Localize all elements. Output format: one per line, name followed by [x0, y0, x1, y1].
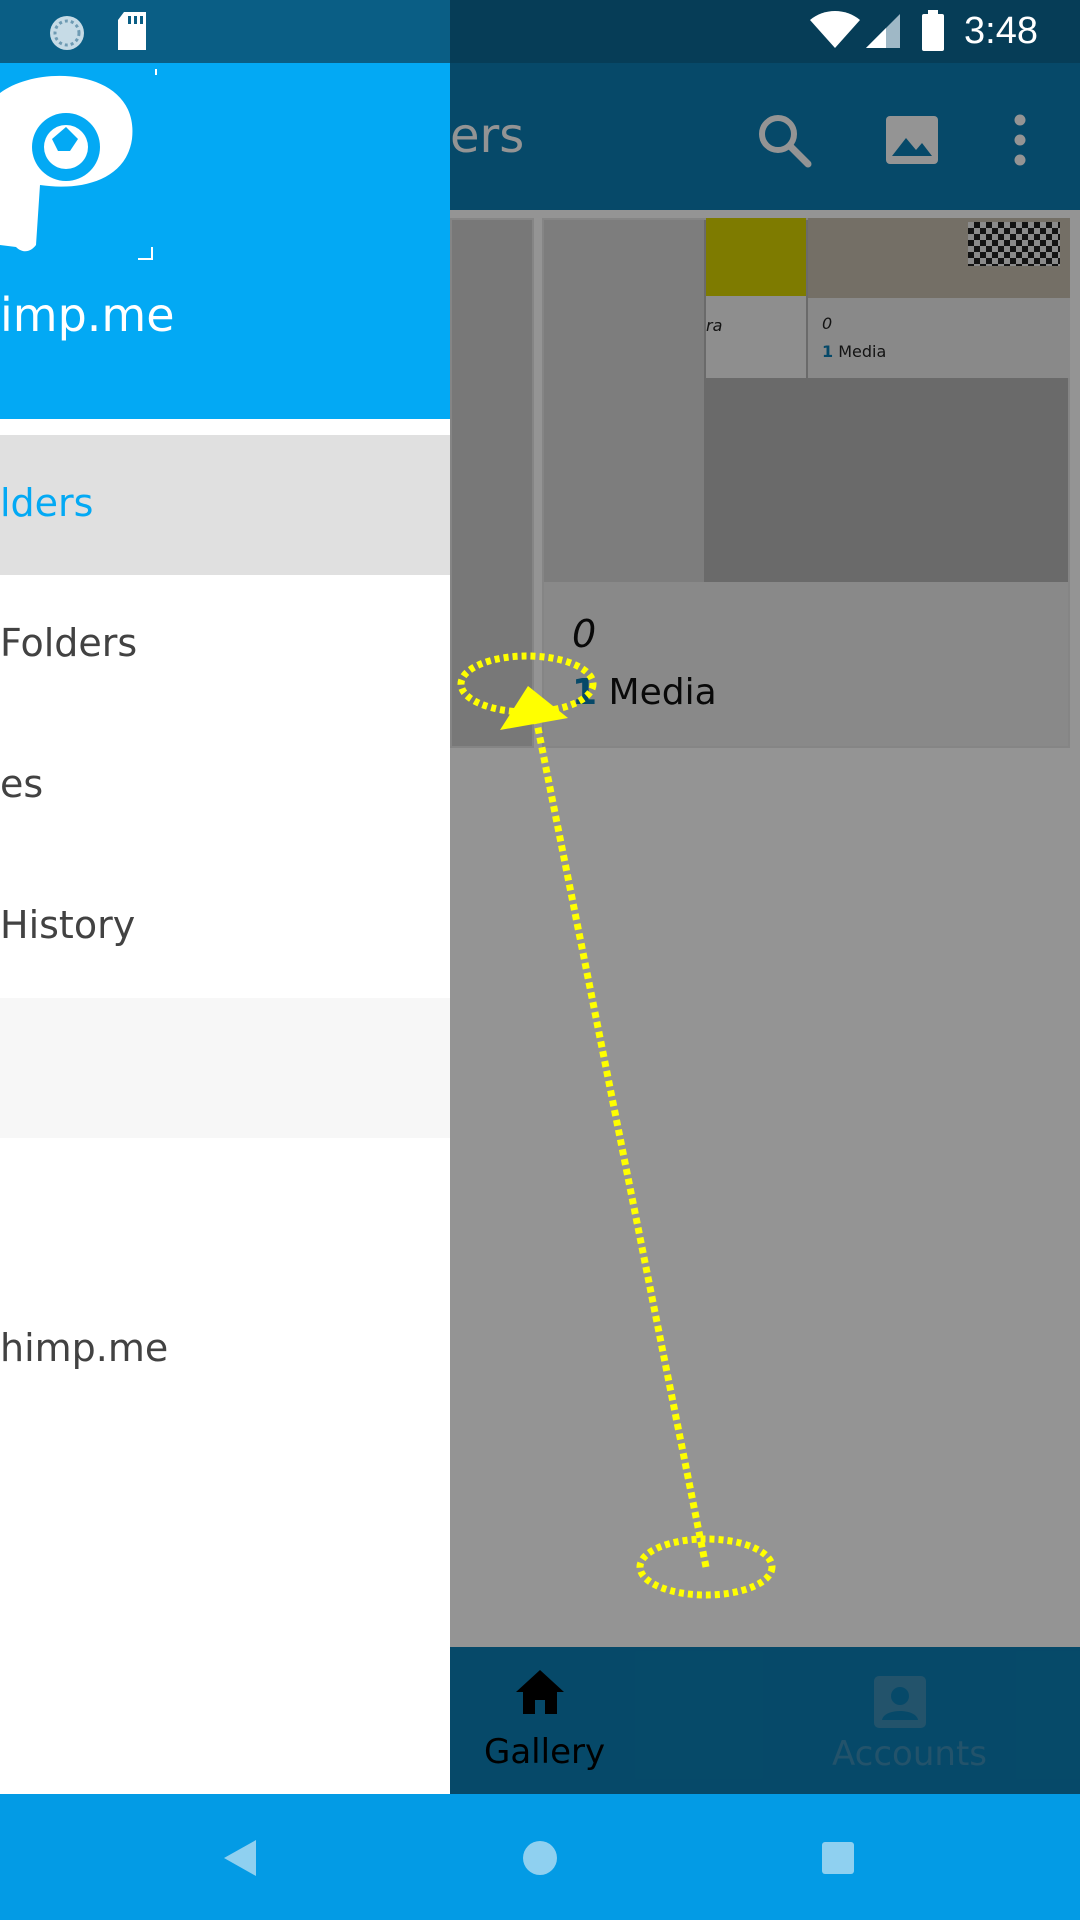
drawer-section-divider	[0, 998, 450, 1138]
back-icon[interactable]	[222, 1838, 258, 1882]
drawer-item-about[interactable]: himp.me	[0, 1280, 450, 1420]
sync-icon	[46, 12, 88, 58]
wifi-icon	[808, 10, 862, 54]
drawer-header-title: imp.me	[0, 288, 175, 342]
drawer-header: imp.me	[0, 63, 450, 419]
recents-icon[interactable]	[820, 1840, 856, 1880]
navigation-drawer: imp.me lders Folders es History himp.me	[0, 0, 450, 1794]
drawer-item-label: es	[0, 762, 44, 806]
status-clock: 3:48	[964, 10, 1038, 52]
app-logo-icon	[0, 66, 170, 273]
drawer-item-history[interactable]: History	[0, 857, 450, 997]
drawer-item-label: History	[0, 903, 136, 947]
drawer-item-folders[interactable]: lders	[0, 435, 450, 575]
drawer-item-label: Folders	[0, 621, 138, 665]
drawer-item-label: himp.me	[0, 1326, 169, 1370]
sd-card-icon	[116, 12, 148, 56]
signal-icon	[862, 12, 902, 54]
drawer-item-all-folders[interactable]: Folders	[0, 575, 450, 715]
drawer-item-favourites[interactable]: es	[0, 716, 450, 856]
drawer-item-label: lders	[0, 481, 94, 525]
battery-icon	[920, 10, 946, 56]
home-circle-icon[interactable]	[520, 1838, 560, 1882]
